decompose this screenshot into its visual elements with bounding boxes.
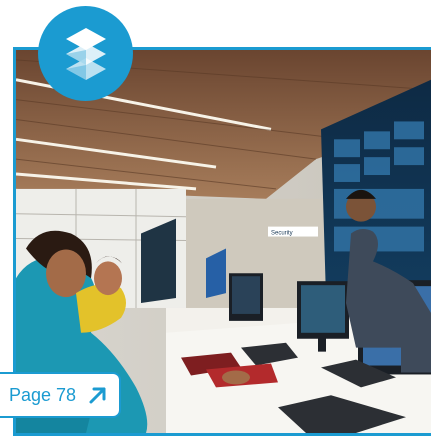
section-badge	[38, 6, 133, 101]
page-link-label: Page 78	[9, 384, 77, 405]
layers-diamond-icon	[65, 27, 106, 80]
screen-security-label: Security	[271, 231, 293, 237]
page-link-button[interactable]: Page 78	[0, 372, 121, 418]
arrow-up-right-icon	[89, 387, 106, 404]
